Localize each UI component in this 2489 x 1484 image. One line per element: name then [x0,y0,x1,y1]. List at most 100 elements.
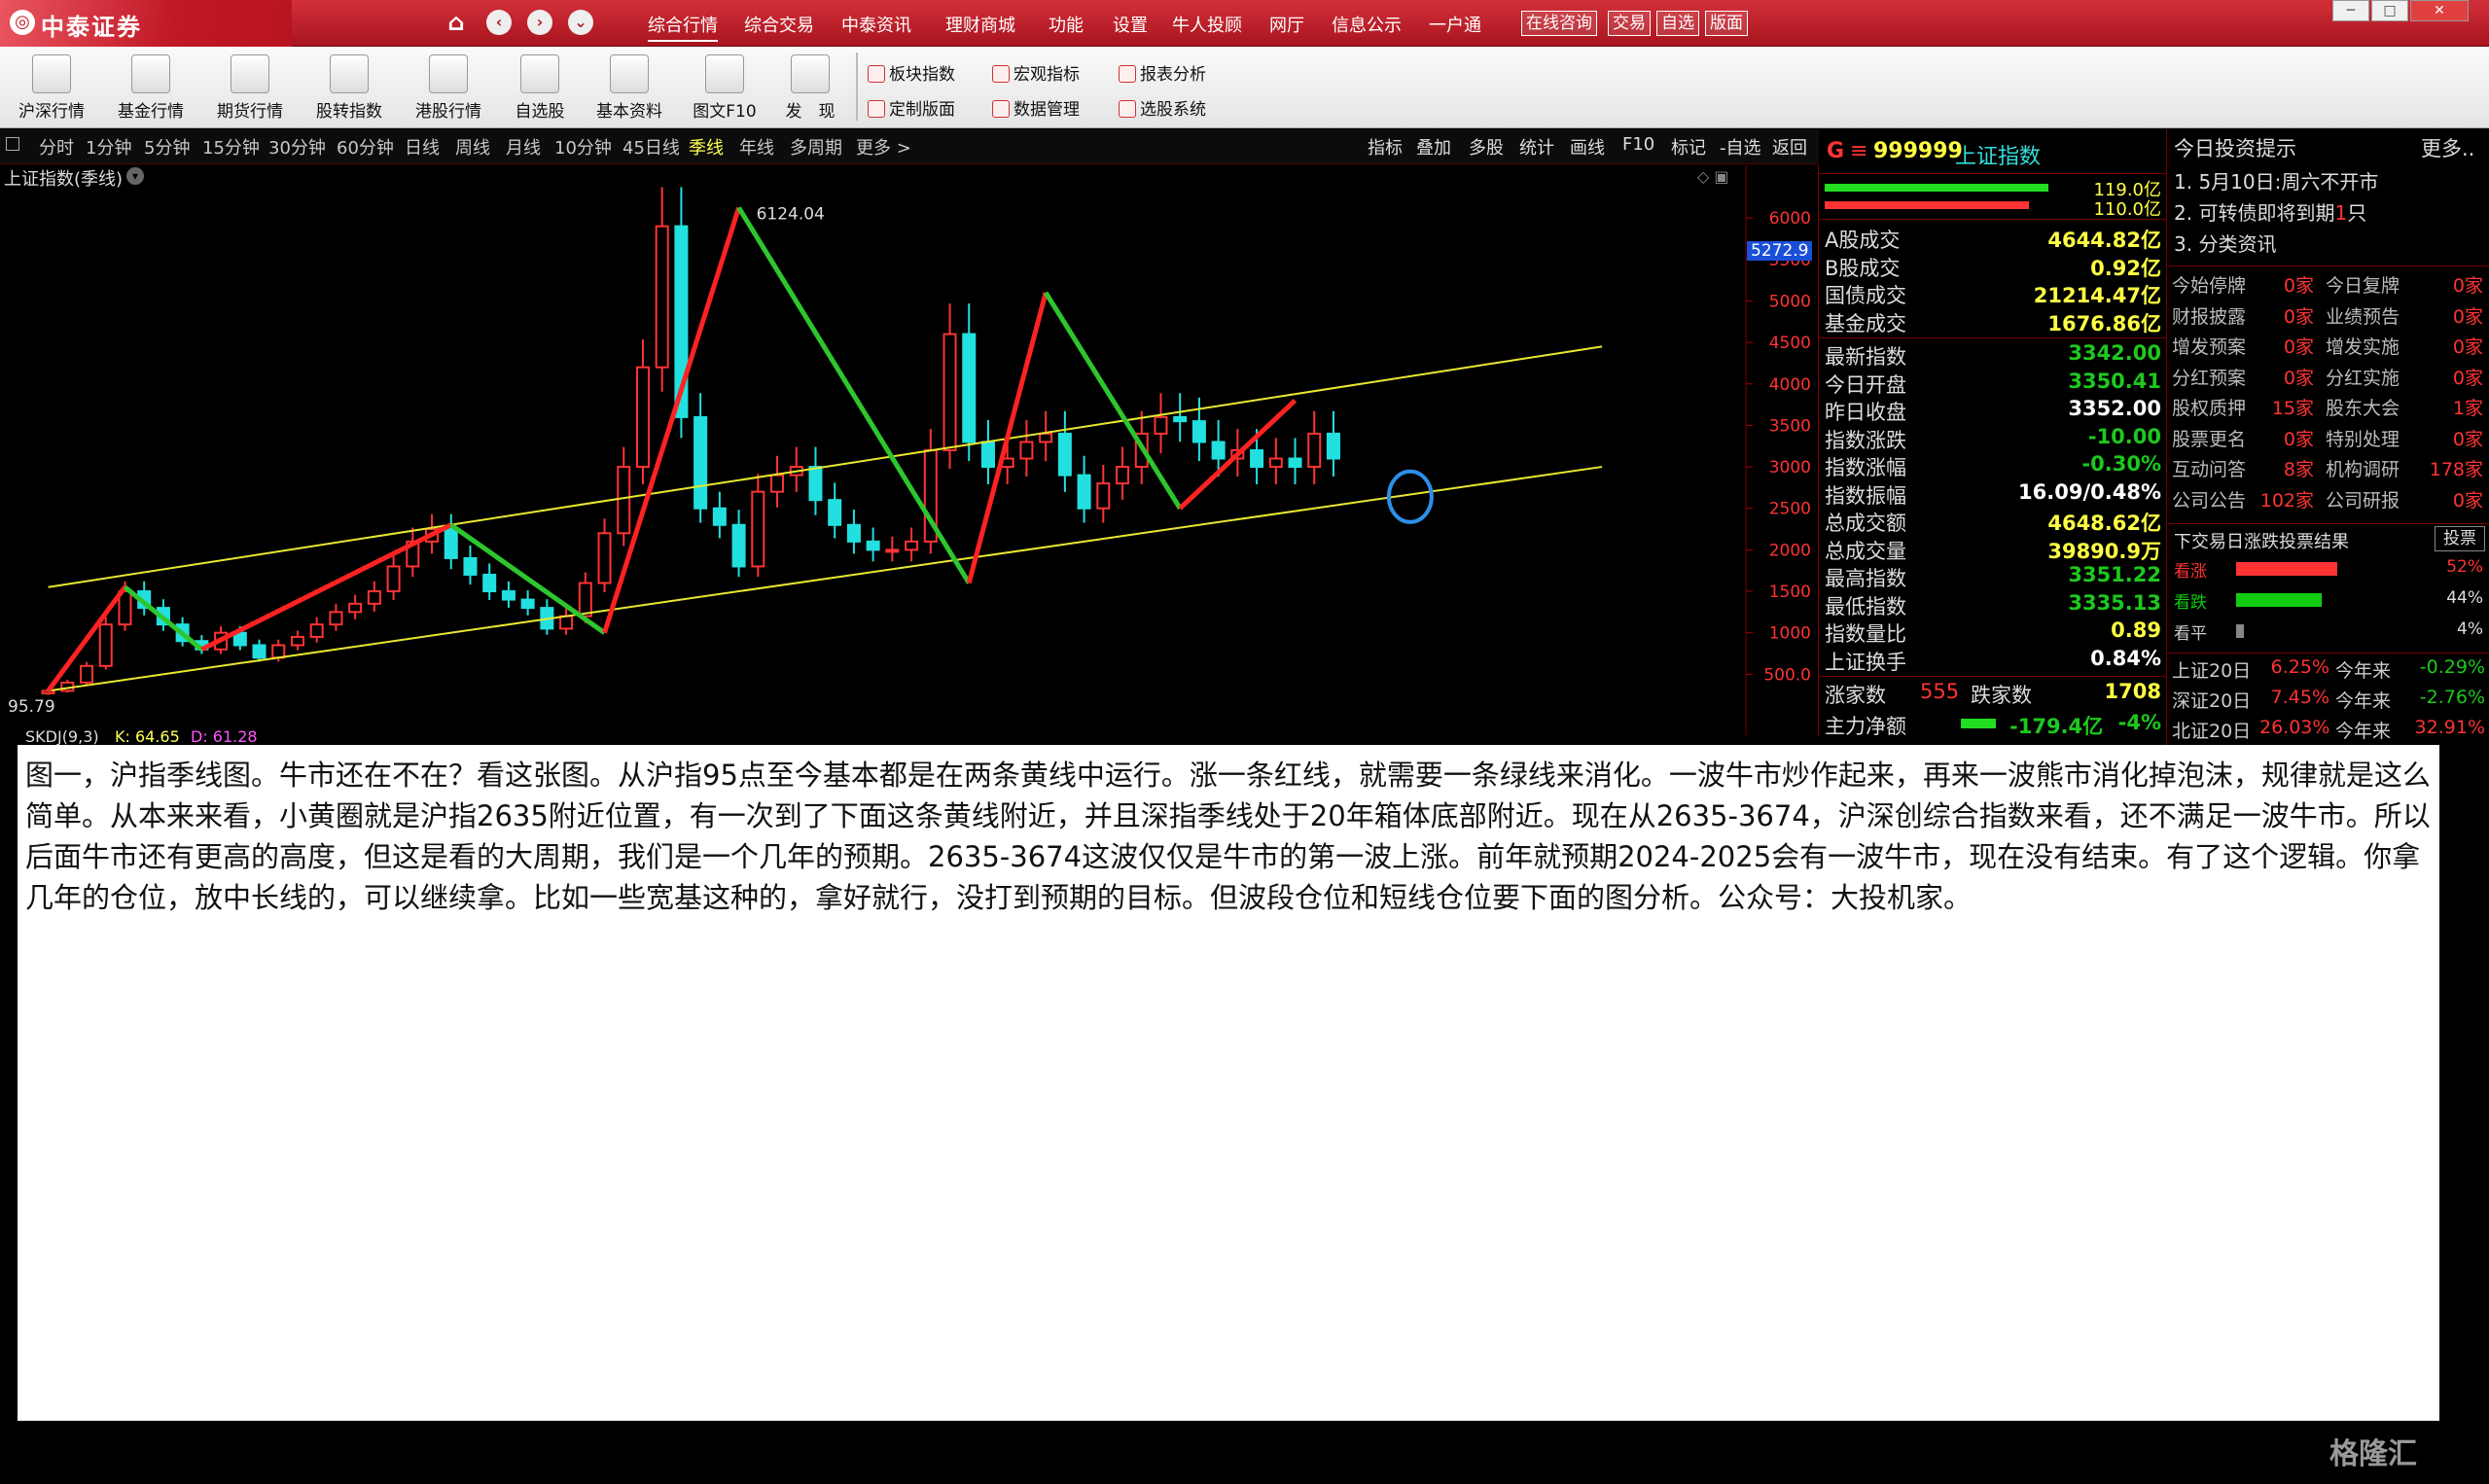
toolbar-f10-button[interactable]: 图文F10 [681,51,768,126]
chart-tool-button[interactable]: F10 [1622,134,1654,155]
chart-tool-button[interactable]: 叠加 [1416,134,1451,159]
sector-index-button[interactable]: 板块指数 [868,60,955,85]
watchlist-button[interactable]: 自选 [1656,11,1699,36]
menu-item-wealth-mall[interactable]: 理财商城 [945,12,1015,37]
stat-label[interactable]: 股权质押 [2172,394,2246,420]
menu-item-functions[interactable]: 功能 [1049,12,1084,37]
tip-item[interactable]: 1. 5月10日:周六不开市 [2174,166,2378,194]
vote-label: 看跌 [2174,593,2207,613]
stat-label[interactable]: 公司研报 [2326,486,2400,512]
toolbar-neeq-index-button[interactable]: 股转指数 [305,51,393,126]
chart-tool-button[interactable]: 标记 [1671,134,1706,159]
period-tab[interactable]: 5分钟 [144,134,190,159]
back-icon[interactable]: ‹ [486,10,512,35]
candle-body [1116,466,1130,485]
period-tab[interactable]: 分时 [39,134,74,159]
stat-label[interactable]: 特别处理 [2326,425,2400,451]
toolbar-label: 基金行情 [118,102,184,122]
minimize-icon[interactable]: ─ [2332,0,2369,21]
chart-tool-button[interactable]: 画线 [1570,134,1605,159]
period-tab[interactable]: 日线 [405,134,440,159]
info-row: 今日开盘 3350.41 [1825,370,2161,397]
info-value: 3352.00 [2068,397,2161,420]
period-tab[interactable]: 1分钟 [86,134,131,159]
tip-item[interactable]: 3. 分类资讯 [2174,229,2276,257]
macro-indicator-button[interactable]: 宏观指标 [992,60,1080,85]
candle-body [866,540,880,551]
vote-button[interactable]: 投票 [2435,526,2485,551]
kline-chart[interactable]: 500.0 1000 1500 2000 2500 3000 3500 4000 4500 500… [0,165,1819,735]
period-tab[interactable]: 周线 [455,134,490,159]
stat-label[interactable]: 分红预案 [2172,364,2246,390]
forward-icon[interactable]: › [527,10,552,35]
period-tab[interactable]: 年线 [739,134,774,159]
stat-label[interactable]: 今始停牌 [2172,271,2246,298]
maximize-icon[interactable]: □ [2371,0,2408,21]
toolbar-basic-info-button[interactable]: 基本资料 [586,51,673,126]
toolbar-hs-quotes-button[interactable]: 沪深行情 [8,51,95,126]
toolbar-fund-quotes-button[interactable]: 基金行情 [107,51,195,126]
chart-tool-button[interactable]: -自选 [1720,134,1761,159]
report-analysis-button[interactable]: 报表分析 [1119,60,1206,85]
stock-screener-button[interactable]: 选股系统 [1119,95,1206,120]
home-icon[interactable]: ⌂ [444,10,469,35]
chart-tool-button[interactable]: 统计 [1519,134,1554,159]
menu-item-online-hall[interactable]: 网厅 [1269,12,1304,37]
toolbar-hk-quotes-button[interactable]: 港股行情 [405,51,492,126]
divider [1819,337,2167,338]
menu-lines-icon[interactable]: ≡ [1850,139,1867,163]
info-label: 最高指数 [1825,567,1906,590]
stat-label[interactable]: 公司公告 [2172,486,2246,512]
stat-label[interactable]: 增发预案 [2172,333,2246,359]
y-tick-label: 1000 [1769,624,1811,644]
period-tab[interactable]: 15分钟 [202,134,260,159]
tip-item[interactable]: 2. 可转债即将到期1只 [2174,197,2366,226]
panel-toggle-icon[interactable] [6,137,19,151]
data-management-button[interactable]: 数据管理 [992,95,1080,120]
stat-label[interactable]: 分红实施 [2326,364,2400,390]
stat-label[interactable]: 股东大会 [2326,394,2400,420]
info-label: 指数量比 [1825,622,1906,646]
stat-label[interactable]: 股票更名 [2172,425,2246,451]
online-consult-button[interactable]: 在线咨询 [1521,11,1597,36]
chart-tool-button[interactable]: 多股 [1469,134,1504,159]
stat-label[interactable]: 互动问答 [2172,455,2246,481]
dropdown-icon[interactable]: ⌄ [568,10,593,35]
period-tab[interactable]: 月线 [506,134,541,159]
period-tab[interactable]: 季线 [689,134,724,159]
divider [2168,653,2489,654]
menu-item-disclosure[interactable]: 信息公示 [1332,12,1402,37]
y-tick-label: 500.0 [1763,665,1811,685]
tips-more-link[interactable]: 更多.. [2421,133,2474,162]
toolbar-discover-button[interactable]: 发 现 [766,51,854,126]
divider [1819,219,2167,220]
kline-chart-panel[interactable]: 500.0 1000 1500 2000 2500 3000 3500 4000 4500 500… [0,165,1819,735]
layout-button[interactable]: 版面 [1705,11,1748,36]
stat-label[interactable]: 增发实施 [2326,333,2400,359]
toolbar-watchlist-button[interactable]: 自选股 [496,51,584,126]
chart-tool-button[interactable]: 指标 [1368,134,1403,159]
custom-layout-button[interactable]: 定制版面 [868,95,955,120]
stat-label[interactable]: 今日复牌 [2326,271,2400,298]
menu-item-news[interactable]: 中泰资讯 [841,12,911,37]
menu-item-advisor[interactable]: 牛人投顾 [1172,12,1242,37]
chart-menu-icon[interactable]: ▾ [126,167,144,185]
menu-item-one-account[interactable]: 一户通 [1429,12,1481,37]
period-tab[interactable]: 45日线 [622,134,680,159]
period-tab[interactable]: 更多 > [856,134,911,159]
menu-item-settings[interactable]: 设置 [1113,12,1148,37]
toolbar-futures-quotes-button[interactable]: 期货行情 [206,51,294,126]
close-icon[interactable]: ✕ [2410,0,2469,21]
period-tab[interactable]: 多周期 [790,134,842,159]
period-tab[interactable]: 10分钟 [554,134,612,159]
trade-button[interactable]: 交易 [1608,11,1651,36]
menu-item-comprehensive-trade[interactable]: 综合交易 [744,12,814,37]
stat-label[interactable]: 业绩预告 [2326,302,2400,329]
period-tab[interactable]: 30分钟 [268,134,326,159]
stat-label[interactable]: 财报披露 [2172,302,2246,329]
menu-item-comprehensive-quotes[interactable]: 综合行情 [648,12,718,42]
stat-label[interactable]: 机构调研 [2326,455,2400,481]
chart-tool-button[interactable]: 返回 [1772,134,1807,159]
chart-settings-icon[interactable]: ◇ ▣ [1697,167,1729,186]
period-tab[interactable]: 60分钟 [337,134,394,159]
